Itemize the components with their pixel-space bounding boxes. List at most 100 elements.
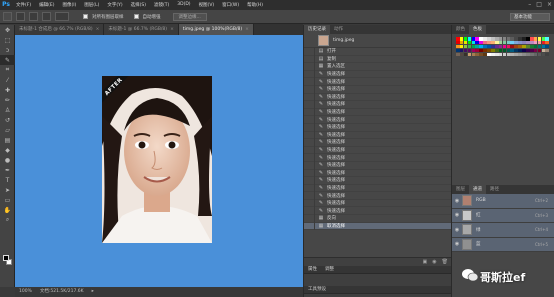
history-state-gutter[interactable] (304, 77, 315, 86)
panel-tab[interactable]: 颜色 (452, 25, 469, 34)
status-arrow-icon[interactable]: ▸ (92, 287, 94, 297)
history-state[interactable]: ✎ 快速选择 (304, 115, 451, 124)
history-state[interactable]: ✎ 快速选择 (304, 138, 451, 147)
history-state-gutter[interactable] (304, 62, 315, 71)
zoom-level[interactable]: 100% (19, 287, 32, 297)
gradient-tool-icon[interactable]: ▤ (0, 135, 15, 145)
history-state-gutter[interactable] (304, 176, 315, 185)
history-state[interactable]: ✎ 快速选择 (304, 123, 451, 132)
history-state-gutter[interactable] (304, 191, 315, 200)
history-state[interactable]: ✎ 快速选择 (304, 161, 451, 170)
history-state-gutter[interactable] (304, 47, 315, 56)
subtract-selection-icon[interactable] (42, 12, 51, 21)
minimize-icon[interactable]: – (528, 1, 531, 8)
menu-item[interactable]: 窗口(W) (218, 2, 243, 8)
add-selection-icon[interactable] (29, 12, 38, 21)
panel-tab[interactable]: 动作 (330, 25, 347, 34)
panel-tab[interactable]: 图层 (452, 185, 469, 194)
history-state[interactable]: ✎ 快速选择 (304, 77, 451, 86)
document-tab[interactable]: timg.jpeg @ 100%(RGB/8) × (178, 24, 254, 35)
panel-tab[interactable]: 路径 (486, 185, 503, 194)
canvas-area[interactable]: AFTER (15, 35, 303, 287)
channel-row[interactable]: ◉ 绿 Ctrl+4 (452, 223, 554, 238)
history-state-gutter[interactable] (304, 199, 315, 207)
history-state-gutter[interactable] (304, 146, 315, 154)
camera-icon[interactable]: ◉ (432, 259, 436, 265)
history-state-gutter[interactable] (304, 55, 315, 63)
document-tab[interactable]: 未标题-1 @ 66.7% (RGB/8) × (104, 24, 179, 35)
history-state-gutter[interactable] (304, 161, 315, 169)
panel-tab[interactable]: 属性 (308, 267, 317, 272)
history-state[interactable]: ▦ 置入选区 (304, 62, 451, 71)
history-snapshot[interactable]: timg.jpeg (304, 34, 451, 48)
menu-item[interactable]: 文件(F) (12, 2, 35, 8)
close-icon[interactable]: × (547, 1, 552, 8)
menu-item[interactable]: 选择(S) (127, 2, 150, 8)
close-tab-icon[interactable]: × (170, 27, 174, 32)
history-state[interactable]: ✎ 快速选择 (304, 85, 451, 94)
panel-tab[interactable]: 通道 (469, 185, 486, 194)
history-state[interactable]: ✎ 快速选择 (304, 153, 451, 162)
eraser-tool-icon[interactable]: ▱ (0, 125, 15, 135)
history-state[interactable]: ✎ 快速选择 (304, 146, 451, 155)
history-state[interactable]: ▦ 取消选择 (304, 222, 451, 231)
channel-row[interactable]: ◉ 蓝 Ctrl+5 (452, 237, 554, 252)
history-state[interactable]: ✎ 快速选择 (304, 199, 451, 208)
move-tool-icon[interactable]: ✥ (0, 25, 15, 35)
healing-brush-icon[interactable]: ✚ (0, 85, 15, 95)
eye-icon[interactable]: ◉ (452, 212, 462, 218)
eye-icon[interactable]: ◉ (452, 198, 462, 204)
eye-icon[interactable]: ◉ (452, 227, 462, 233)
pen-tool-icon[interactable]: ✒ (0, 165, 15, 175)
history-state[interactable]: ▦ 反向 (304, 214, 451, 223)
eye-icon[interactable]: ◉ (452, 241, 462, 247)
type-tool-icon[interactable]: T (0, 175, 15, 185)
eyedropper-tool-icon[interactable]: ⁄ (0, 75, 15, 85)
history-state-gutter[interactable] (304, 206, 315, 215)
tool-presets-title[interactable]: 工具预设 (304, 286, 451, 294)
history-state-gutter[interactable] (304, 153, 315, 162)
history-state-gutter[interactable] (304, 108, 315, 116)
history-state[interactable]: ✎ 快速选择 (304, 70, 451, 79)
menu-item[interactable]: 滤镜(T) (150, 2, 173, 8)
panel-tab[interactable]: 色板 (469, 25, 486, 34)
history-state-gutter[interactable] (304, 184, 315, 192)
channel-row[interactable]: ◉ RGB Ctrl+2 (452, 194, 554, 209)
crop-tool-icon[interactable]: ⌗ (0, 65, 15, 75)
history-brush-icon[interactable]: ↺ (0, 115, 15, 125)
menu-item[interactable]: 文字(Y) (103, 2, 126, 8)
workspace-select[interactable]: 基本功能 (510, 13, 550, 21)
menu-item[interactable]: 图像(I) (58, 2, 80, 8)
refine-edge-button[interactable]: 调整边缘... (172, 12, 207, 21)
brush-size-icon[interactable] (55, 12, 69, 21)
panel-tab[interactable]: 调整 (325, 267, 334, 272)
history-state[interactable]: ✎ 快速选择 (304, 108, 451, 117)
close-tab-icon[interactable]: × (96, 27, 100, 32)
menu-item[interactable]: 编辑(E) (35, 2, 58, 8)
new-document-icon[interactable]: ▣ (423, 259, 428, 265)
menu-item[interactable]: 视图(V) (195, 2, 219, 8)
zoom-tool-icon[interactable]: ⌕ (0, 215, 15, 225)
path-select-icon[interactable]: ➤ (0, 185, 15, 195)
shape-tool-icon[interactable]: ▭ (0, 195, 15, 205)
color-swatch[interactable] (545, 52, 550, 57)
menu-item[interactable]: 帮助(H) (243, 2, 267, 8)
history-state-gutter[interactable] (304, 123, 315, 132)
history-state-gutter[interactable] (304, 169, 315, 177)
history-state-gutter[interactable] (304, 93, 315, 101)
brush-tool-icon[interactable]: ✏ (0, 95, 15, 105)
blur-tool-icon[interactable]: ◆ (0, 145, 15, 155)
clone-stamp-icon[interactable]: ♙ (0, 105, 15, 115)
history-state[interactable]: ✎ 快速选择 (304, 206, 451, 216)
history-state[interactable]: ✎ 快速选择 (304, 169, 451, 178)
quick-select-tool-icon[interactable]: ✎ (0, 55, 15, 65)
history-state[interactable]: ▤ 复制 (304, 55, 451, 64)
hand-tool-icon[interactable]: ✋ (0, 205, 15, 215)
close-tab-icon[interactable]: × (245, 27, 249, 32)
quick-select-tool-icon[interactable] (3, 12, 12, 21)
history-state[interactable]: ▤ 打开 (304, 47, 451, 56)
history-state-gutter[interactable] (304, 100, 315, 109)
history-state[interactable]: ✎ 快速选择 (304, 131, 451, 140)
sample-all-layers-checkbox[interactable] (83, 14, 88, 19)
panel-tab[interactable]: 历史记录 (304, 25, 330, 34)
